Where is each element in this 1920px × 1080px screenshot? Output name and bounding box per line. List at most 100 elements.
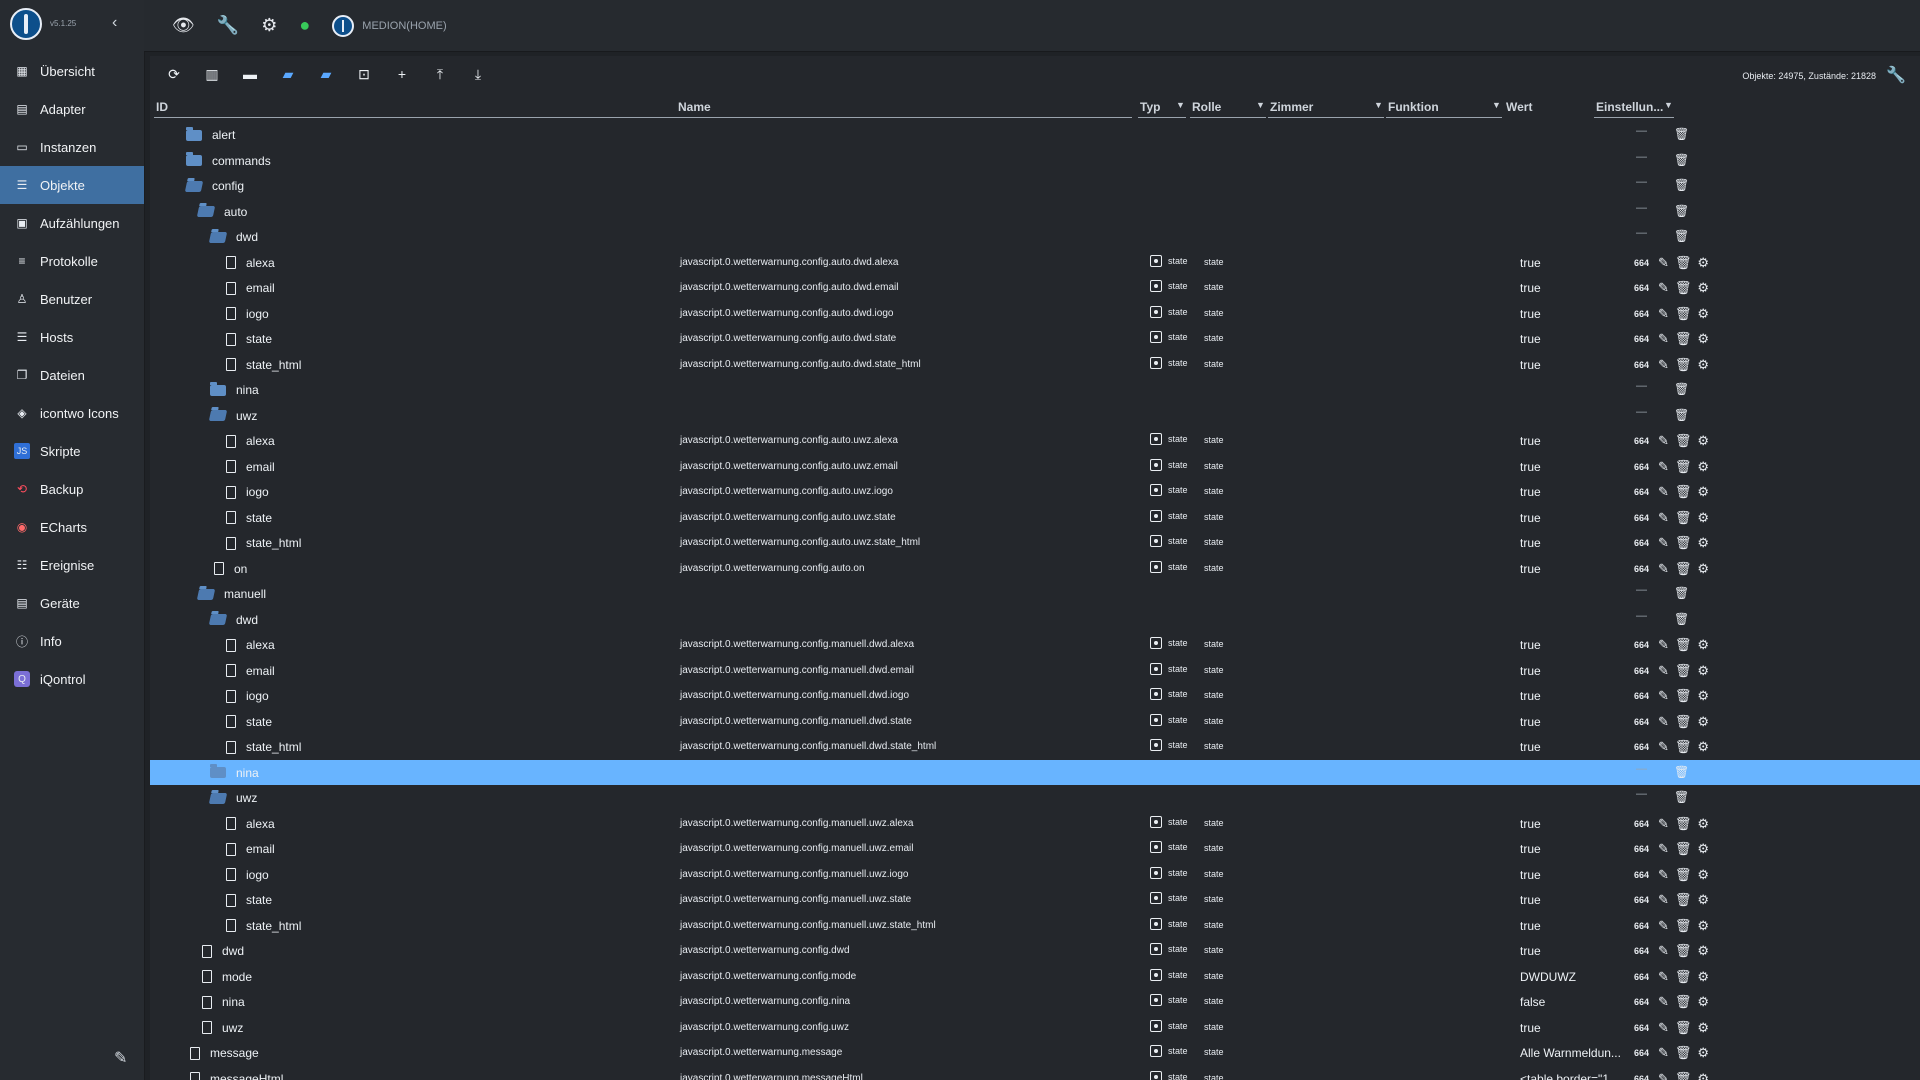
- trash-icon[interactable]: 🗑: [1675, 255, 1692, 271]
- expand-all-icon[interactable]: ▰: [278, 66, 298, 83]
- row-value[interactable]: true: [1520, 511, 1541, 525]
- edit-icon[interactable]: ✎: [1658, 918, 1669, 934]
- col-id[interactable]: ID: [156, 100, 168, 114]
- row-value[interactable]: true: [1520, 664, 1541, 678]
- state-row[interactable]: state_html javascript.0.wetterwarnung.con…: [150, 913, 1920, 939]
- state-row[interactable]: mode javascript.0.wetterwarnung.config.mo…: [150, 964, 1920, 990]
- gear-icon[interactable]: ⚙: [1697, 918, 1709, 934]
- file-icon[interactable]: [226, 307, 236, 320]
- gear-icon[interactable]: ⚙: [1697, 637, 1709, 653]
- gear-icon[interactable]: ⚙: [1697, 255, 1709, 271]
- row-value[interactable]: true: [1520, 1021, 1541, 1035]
- edit-icon[interactable]: ✎: [1658, 892, 1669, 908]
- state-row[interactable]: iogo javascript.0.wetterwarnung.config.ma…: [150, 683, 1920, 709]
- row-value[interactable]: true: [1520, 817, 1541, 831]
- trash-icon[interactable]: 🗑: [1674, 127, 1689, 141]
- edit-icon[interactable]: ✎: [1658, 433, 1669, 449]
- row-value[interactable]: DWDUWZ: [1520, 970, 1576, 984]
- host-badge[interactable]: MEDION(HOME): [332, 14, 447, 37]
- file-icon[interactable]: [226, 817, 236, 830]
- settings-chevron-icon[interactable]: ▼: [1664, 100, 1673, 110]
- row-value[interactable]: true: [1520, 842, 1541, 856]
- row-value[interactable]: true: [1520, 332, 1541, 346]
- iobroker-logo[interactable]: [10, 8, 42, 40]
- room-filter-chevron-icon[interactable]: ▼: [1374, 100, 1383, 110]
- folder-row[interactable]: dwd — 🗑: [150, 607, 1920, 633]
- row-value[interactable]: true: [1520, 434, 1541, 448]
- row-value[interactable]: true: [1520, 460, 1541, 474]
- row-value[interactable]: Alle Warnmeldun...: [1520, 1046, 1621, 1060]
- folder-row[interactable]: config — 🗑: [150, 173, 1920, 199]
- file-icon[interactable]: [202, 1021, 212, 1034]
- trash-icon[interactable]: 🗑: [1675, 357, 1692, 373]
- sidebar-item-benutzer[interactable]: ♙ Benutzer: [0, 280, 144, 318]
- download-icon[interactable]: ⤓: [468, 66, 488, 83]
- file-icon[interactable]: [226, 638, 236, 652]
- folder-row[interactable]: dwd — 🗑: [150, 224, 1920, 250]
- gear-icon[interactable]: ⚙: [1697, 867, 1709, 883]
- trash-icon[interactable]: 🗑: [1674, 408, 1689, 422]
- row-value[interactable]: true: [1520, 689, 1541, 703]
- trash-icon[interactable]: 🗑: [1674, 204, 1689, 218]
- sidebar-item-skripte[interactable]: JS Skripte: [0, 432, 144, 470]
- gear-icon[interactable]: ⚙: [1697, 484, 1709, 500]
- trash-icon[interactable]: 🗑: [1675, 561, 1692, 577]
- edit-icon[interactable]: ✎: [1658, 688, 1669, 704]
- trash-icon[interactable]: 🗑: [1674, 153, 1689, 167]
- edit-icon[interactable]: ✎: [1658, 1020, 1669, 1036]
- file-icon[interactable]: [226, 281, 236, 295]
- edit-icon[interactable]: ✎: [1658, 714, 1669, 730]
- edit-icon[interactable]: ✎: [1658, 255, 1669, 271]
- sidebar-item-objekte[interactable]: ☰ Objekte: [0, 166, 144, 204]
- trash-icon[interactable]: 🗑: [1675, 1045, 1692, 1061]
- row-value[interactable]: true: [1520, 562, 1541, 576]
- edit-pencil-icon[interactable]: ✎: [114, 1048, 127, 1068]
- sidebar-item-echarts[interactable]: ◉ ECharts: [0, 508, 144, 546]
- edit-icon[interactable]: ✎: [1658, 535, 1669, 551]
- sidebar-item-info[interactable]: ⓘ Info: [0, 622, 144, 660]
- edit-icon[interactable]: ✎: [1658, 459, 1669, 475]
- eye-icon[interactable]: 👁: [172, 15, 195, 36]
- sidebar-item-backup[interactable]: ⟲ Backup: [0, 470, 144, 508]
- function-filter-chevron-icon[interactable]: ▼: [1492, 100, 1501, 110]
- file-icon[interactable]: [202, 995, 212, 1009]
- file-icon[interactable]: [226, 893, 236, 907]
- folder-row[interactable]: uwz — 🗑: [150, 785, 1920, 811]
- state-row[interactable]: state javascript.0.wetterwarnung.config.m…: [150, 887, 1920, 913]
- trash-icon[interactable]: 🗑: [1675, 688, 1692, 704]
- trash-icon[interactable]: 🗑: [1675, 1071, 1692, 1080]
- gear-icon[interactable]: ⚙: [1697, 994, 1709, 1010]
- file-icon[interactable]: [226, 740, 236, 754]
- trash-icon[interactable]: 🗑: [1675, 663, 1692, 679]
- folder-row[interactable]: nina — 🗑: [150, 377, 1920, 403]
- gear-icon[interactable]: ⚙: [1697, 663, 1709, 679]
- state-row[interactable]: on javascript.0.wetterwarnung.config.auto…: [150, 556, 1920, 582]
- trash-icon[interactable]: 🗑: [1675, 459, 1692, 475]
- trash-icon[interactable]: 🗑: [1674, 382, 1689, 396]
- row-value[interactable]: true: [1520, 358, 1541, 372]
- gear-icon[interactable]: ⚙: [1697, 816, 1709, 832]
- sidebar-item-aufzählungen[interactable]: ▣ Aufzählungen: [0, 204, 144, 242]
- row-value[interactable]: false: [1520, 995, 1545, 1009]
- folder-open-icon[interactable]: [208, 792, 228, 804]
- edit-icon[interactable]: ✎: [1658, 663, 1669, 679]
- edit-icon[interactable]: ✎: [1658, 331, 1669, 347]
- state-row[interactable]: dwd javascript.0.wetterwarnung.config.dwd…: [150, 938, 1920, 964]
- expand-level-icon[interactable]: ⊡: [354, 66, 374, 83]
- file-icon[interactable]: [226, 689, 236, 703]
- refresh-icon[interactable]: ⟳: [164, 66, 184, 83]
- gear-icon[interactable]: ⚙: [1697, 943, 1709, 959]
- folder-open-icon[interactable]: [184, 180, 204, 192]
- state-row[interactable]: alexa javascript.0.wetterwarnung.config.a…: [150, 428, 1920, 454]
- wrench-icon[interactable]: 🔧: [217, 15, 239, 36]
- col-name[interactable]: Name: [678, 100, 711, 114]
- upload-icon[interactable]: ⤒: [430, 66, 450, 83]
- trash-icon[interactable]: 🗑: [1674, 229, 1689, 243]
- file-icon[interactable]: [226, 536, 236, 550]
- folder-row[interactable]: manuell — 🗑: [150, 581, 1920, 607]
- gear-icon[interactable]: ⚙: [1697, 357, 1709, 373]
- state-row[interactable]: state javascript.0.wetterwarnung.config.a…: [150, 505, 1920, 531]
- trash-icon[interactable]: 🗑: [1675, 994, 1692, 1010]
- row-value[interactable]: true: [1520, 919, 1541, 933]
- file-icon[interactable]: [226, 664, 236, 677]
